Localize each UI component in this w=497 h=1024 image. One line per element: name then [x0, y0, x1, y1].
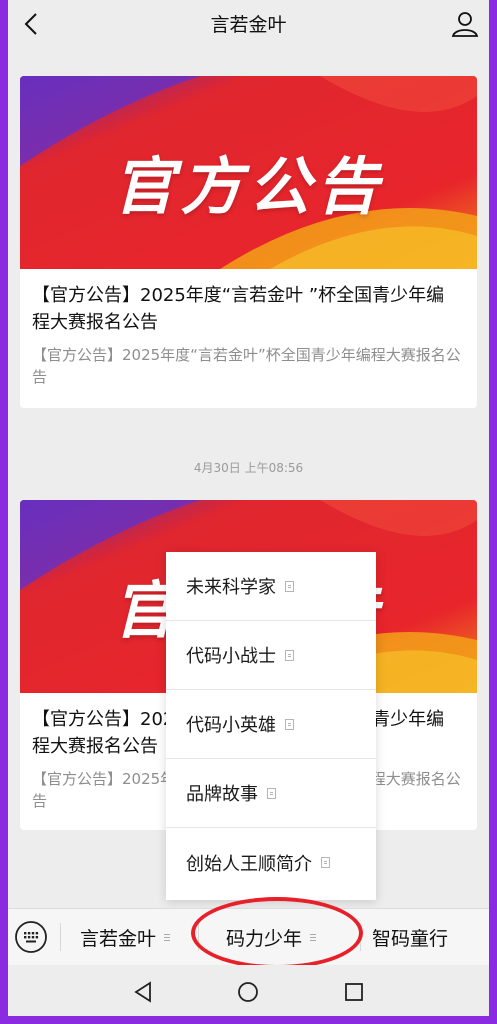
submenu-item-label: 代码小英雄 [186, 715, 276, 736]
submenu-item-code-hero[interactable]: 代码小英雄 [166, 690, 376, 759]
submenu-item-founder-intro[interactable]: 创始人王顺简介 [166, 828, 376, 897]
nav-recent-apps-button[interactable] [343, 981, 365, 1003]
page-icon [267, 787, 276, 799]
menu-item-label: 言若金叶 [80, 927, 157, 950]
banner-text: 官方公告 [112, 150, 385, 223]
article-description: 【官方公告】2025年度“言若金叶”杯全国青少年编程大赛报名公告 [32, 346, 461, 386]
message-timestamp: 4月30日 上午08:56 [193, 461, 304, 475]
menu-item-zhima-tongxing[interactable]: 智码童行 [372, 909, 448, 965]
submenu-item-label: 代码小战士 [186, 646, 276, 667]
page-icon [285, 649, 294, 661]
menu-item-label: 智码童行 [372, 927, 449, 950]
keyboard-icon [15, 921, 47, 953]
menu-item-yanruojinye[interactable]: 言若金叶 [80, 909, 171, 965]
page-title: 言若金叶 [210, 14, 287, 36]
submenu-item-brand-story[interactable]: 品牌故事 [166, 759, 376, 828]
submenu-indicator-icon [164, 933, 171, 941]
square-recent-icon [345, 983, 363, 1001]
article-card[interactable]: 官方公告 【官方公告】2025年度“言若金叶 ”杯全国青少年编程大赛报名公告 【… [20, 76, 477, 408]
article-banner: 官方公告 [20, 76, 477, 269]
submenu-item-label: 品牌故事 [186, 784, 258, 805]
triangle-back-icon [134, 981, 151, 1003]
screen: 言若金叶 官方公告 【官方公告】2025年度“言若金叶 ”杯全国青少年编程大赛报… [8, 0, 489, 1016]
page-icon [285, 718, 294, 730]
nav-back-button[interactable] [132, 981, 154, 1003]
submenu-item-label: 未来科学家 [186, 577, 276, 598]
nav-home-button[interactable] [237, 981, 259, 1003]
submenu-popup: 未来科学家 代码小战士 代码小英雄 品牌故事 创始人王顺简介 [166, 552, 376, 900]
article-title: 【官方公告】2025年度“言若金叶 ”杯全国青少年编程大赛报名公告 [32, 285, 445, 333]
highlight-annotation-ring [191, 897, 363, 969]
page-icon [285, 580, 294, 592]
profile-button[interactable] [449, 8, 481, 40]
submenu-item-label: 创始人王顺简介 [186, 853, 312, 875]
system-nav-bar [8, 965, 489, 1016]
top-bar: 言若金叶 [8, 0, 489, 48]
page-icon [321, 857, 330, 868]
submenu-item-future-scientist[interactable]: 未来科学家 [166, 552, 376, 621]
circle-home-icon [238, 982, 258, 1002]
keyboard-toggle-button[interactable] [14, 920, 48, 954]
menu-divider [60, 923, 61, 951]
submenu-item-code-warrior[interactable]: 代码小战士 [166, 621, 376, 690]
person-icon [451, 12, 479, 37]
